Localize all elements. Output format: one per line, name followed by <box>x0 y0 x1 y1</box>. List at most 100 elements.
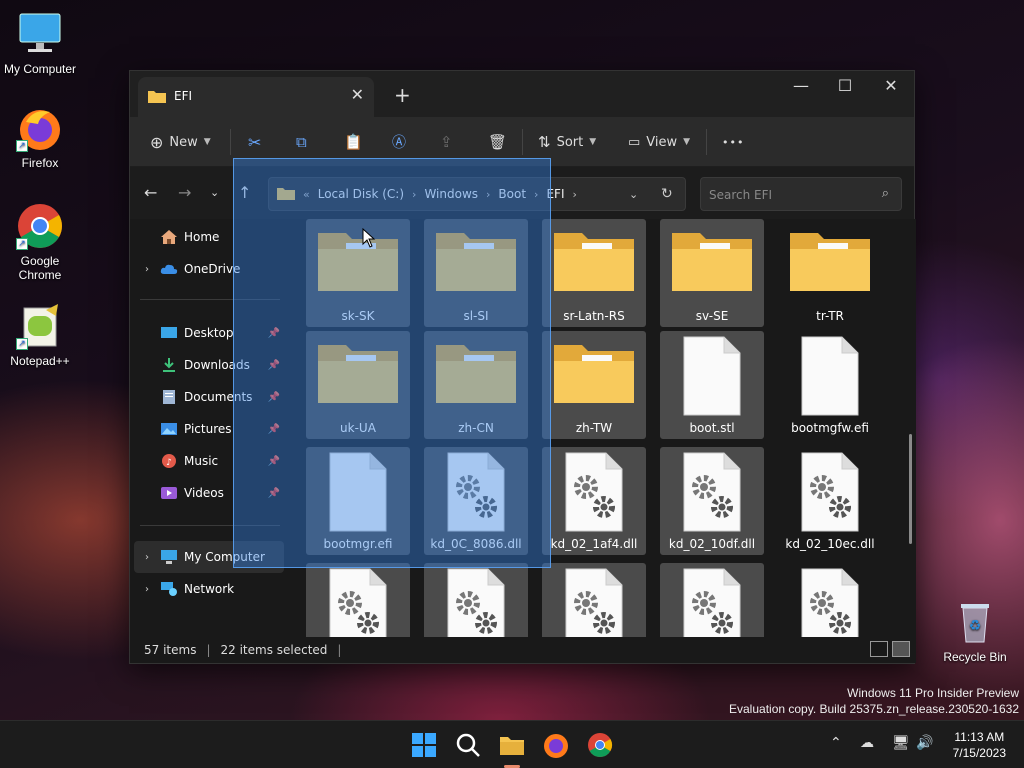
taskbar-firefox[interactable] <box>542 731 570 759</box>
desktop-icon <box>160 325 178 341</box>
more-dots-icon: ••• <box>722 135 745 149</box>
file-name: sv-SE <box>695 309 729 323</box>
file-item[interactable]: kd_02_10ec.dll <box>778 447 882 555</box>
delete-button[interactable]: 🗑 <box>488 127 507 157</box>
file-item[interactable]: kd_02_10df.dll <box>660 447 764 555</box>
dll-file-icon <box>682 567 742 639</box>
svg-text:♪: ♪ <box>166 458 172 468</box>
desktop-icon-firefox[interactable]: ↗ Firefox <box>0 104 80 170</box>
file-name: tr-TR <box>816 309 844 323</box>
folder-item[interactable]: sv-SE <box>660 219 764 327</box>
scrollbar-thumb[interactable] <box>909 434 912 544</box>
folder-item[interactable]: sr-Latn-RS <box>542 219 646 327</box>
shortcut-arrow-icon: ↗ <box>16 338 28 350</box>
new-label: New <box>169 134 198 150</box>
shortcut-arrow-icon: ↗ <box>16 238 28 250</box>
network-icon <box>160 581 178 597</box>
file-explorer-icon <box>500 737 524 755</box>
search-placeholder: Search EFI <box>709 188 773 202</box>
chevron-right-icon[interactable]: › <box>134 552 160 563</box>
computer-icon <box>160 549 178 565</box>
file-name: boot.stl <box>689 421 735 435</box>
maximize-button[interactable]: ☐ <box>822 71 868 103</box>
divider: | <box>206 643 211 657</box>
title-bar[interactable]: EFI ✕ + — ☐ ✕ <box>130 71 914 117</box>
close-window-button[interactable]: ✕ <box>868 71 914 103</box>
file-item[interactable] <box>660 563 764 639</box>
system-clock[interactable]: 11:13 AM 7/15/2023 <box>953 729 1006 761</box>
video-icon <box>160 485 178 501</box>
file-item[interactable] <box>306 563 410 639</box>
start-button[interactable] <box>410 731 438 759</box>
copy-icon: ⧉ <box>296 133 307 151</box>
rename-button[interactable]: Ⓐ <box>392 127 406 157</box>
search-input[interactable]: Search EFI ⌕ <box>700 177 902 211</box>
chrome-icon: ↗ <box>16 202 64 250</box>
view-icon: ▭ <box>628 134 641 150</box>
desktop-icon-recycle-bin[interactable]: ♻ Recycle Bin <box>935 598 1015 664</box>
sidebar-item-label: Desktop <box>184 326 234 340</box>
share-button[interactable]: ⇪ <box>440 127 453 157</box>
show-hidden-icons-button[interactable]: ⌃ <box>830 735 842 751</box>
recent-locations-button[interactable]: ⌄ <box>210 186 219 199</box>
svg-text:♻: ♻ <box>969 618 982 634</box>
search-button[interactable] <box>454 731 482 759</box>
network-tray-icon[interactable]: 🖥 <box>892 735 910 751</box>
desktop-icon-notepadpp[interactable]: ↗ Notepad++ <box>0 302 80 368</box>
scissors-icon: ✂ <box>248 132 262 152</box>
folder-item[interactable]: tr-TR <box>778 219 882 327</box>
volume-icon[interactable]: 🔊 <box>916 735 933 751</box>
taskbar-file-explorer[interactable] <box>498 731 526 768</box>
firefox-icon: ↗ <box>16 104 64 152</box>
details-view-icon[interactable] <box>870 641 888 657</box>
chevron-right-icon[interactable]: › <box>134 584 160 595</box>
chevron-right-icon[interactable]: › <box>572 188 576 201</box>
rename-icon: Ⓐ <box>392 135 406 151</box>
tab-title: EFI <box>174 89 193 103</box>
chrome-icon <box>588 733 613 758</box>
folder-icon <box>788 227 872 293</box>
tab-efi[interactable]: EFI ✕ <box>138 77 374 117</box>
sidebar-item-label: Home <box>184 230 220 244</box>
desktop-icon-label: Firefox <box>21 156 59 170</box>
file-icon <box>800 335 860 417</box>
back-button[interactable]: ← <box>144 183 157 202</box>
music-icon: ♪ <box>160 453 178 469</box>
minimize-button[interactable]: — <box>778 71 824 103</box>
copy-button[interactable]: ⧉ <box>296 127 307 157</box>
shortcut-arrow-icon: ↗ <box>16 140 28 152</box>
recycle-bin-icon: ♻ <box>951 598 999 646</box>
item-count: 57 items <box>144 643 197 657</box>
sort-label: Sort <box>556 134 584 150</box>
cut-button[interactable]: ✂ <box>248 127 261 157</box>
file-item[interactable]: kd_02_1af4.dll <box>542 447 646 555</box>
file-item[interactable]: bootmgfw.efi <box>778 331 882 439</box>
file-item[interactable] <box>542 563 646 639</box>
refresh-icon[interactable]: ↻ <box>661 186 673 202</box>
windows-watermark: Windows 11 Pro Insider Preview Evaluatio… <box>729 685 1019 717</box>
desktop-icon-label: My Computer <box>3 62 77 76</box>
sidebar-item-network[interactable]: › Network <box>134 573 284 605</box>
address-dropdown-icon[interactable]: ⌄ <box>629 188 638 201</box>
forward-button[interactable]: → <box>178 183 191 202</box>
desktop-icon-chrome[interactable]: ↗ Google Chrome <box>0 202 80 282</box>
file-name: kd_02_10ec.dll <box>785 537 875 551</box>
sort-button[interactable]: ⇅ Sort ▼ <box>538 127 596 157</box>
file-item[interactable] <box>424 563 528 639</box>
new-button[interactable]: ⊕ New ▼ <box>150 127 211 157</box>
chevron-right-icon[interactable]: › <box>134 264 160 275</box>
paste-button[interactable]: 📋 <box>344 127 363 157</box>
onedrive-tray-icon[interactable]: ☁ <box>860 735 874 751</box>
new-tab-button[interactable]: + <box>394 83 411 107</box>
more-options-button[interactable]: ••• <box>722 127 744 157</box>
dll-file-icon <box>800 567 860 639</box>
document-icon <box>160 389 178 405</box>
taskbar-chrome[interactable] <box>586 731 614 759</box>
close-tab-icon[interactable]: ✕ <box>351 85 364 104</box>
desktop-icon-my-computer[interactable]: My Computer <box>0 10 80 76</box>
tiles-view-icon[interactable] <box>892 641 910 657</box>
file-item[interactable] <box>778 563 882 639</box>
view-button[interactable]: ▭ View ▼ <box>628 127 690 157</box>
file-item[interactable]: boot.stl <box>660 331 764 439</box>
folder-item[interactable]: zh-TW <box>542 331 646 439</box>
